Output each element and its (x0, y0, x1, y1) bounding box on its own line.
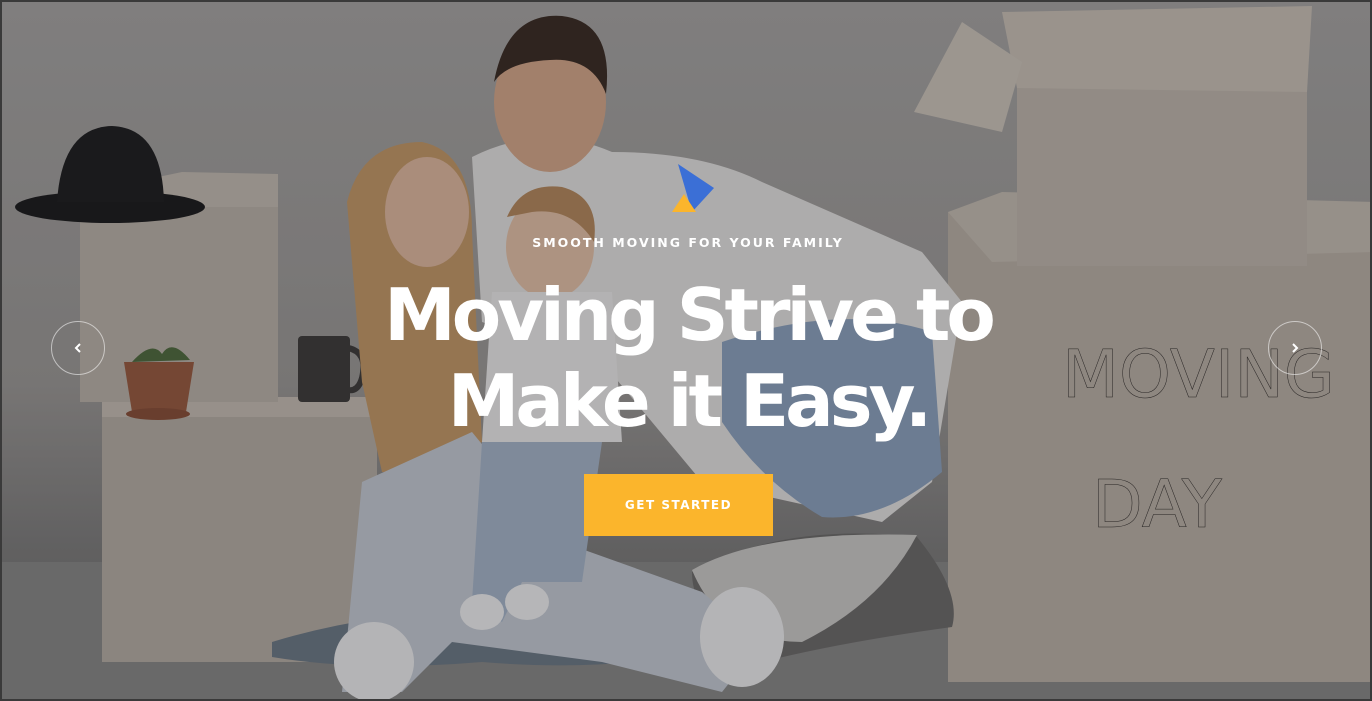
chevron-right-icon (1292, 343, 1299, 353)
chevron-left-icon (74, 343, 81, 353)
hero-headline-line-1: Moving Strive to (384, 273, 996, 357)
hero-subtitle: SMOOTH MOVING FOR YOUR FAMILY (532, 235, 844, 250)
logo-mark-icon (672, 164, 714, 212)
slider-prev-button[interactable] (51, 321, 105, 375)
get-started-button[interactable]: GET STARTED (584, 474, 773, 536)
slider-next-button[interactable] (1268, 321, 1322, 375)
hero-slider: MOVING DAY SMOOTH MOVING FOR YOUR FAMILY… (0, 0, 1372, 701)
hero-headline: Moving Strive to Make it Easy. (338, 272, 1038, 444)
hero-headline-line-2: Make it Easy. (447, 359, 933, 443)
